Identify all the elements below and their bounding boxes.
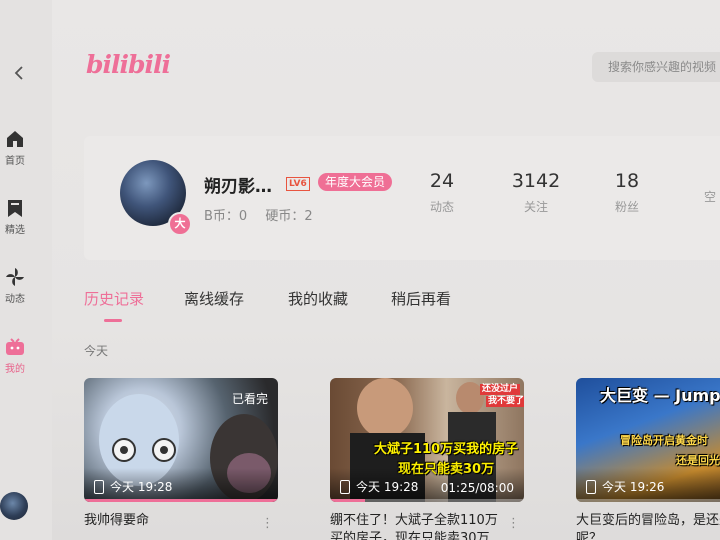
nav-item-label: 动态: [5, 294, 25, 305]
back-button[interactable]: [8, 62, 30, 84]
user-avatar[interactable]: [0, 492, 28, 520]
section-label-today: 今天: [84, 344, 109, 358]
coin-count: 硬币：2: [265, 209, 313, 224]
caption-text: 还是回光: [676, 454, 720, 467]
nav-item-label: 精选: [5, 225, 25, 236]
coin-info: B币：0 硬币：2: [204, 205, 327, 224]
tab-history[interactable]: 历史记录: [84, 288, 144, 309]
video-thumbnail[interactable]: 大巨变 — Jump 冒险岛开启黄金时 还是回光 今天 19:26: [576, 378, 720, 502]
video-title[interactable]: 大巨变后的冒险岛，是还是介呢？: [576, 512, 720, 540]
stat-space-partial[interactable]: 空: [704, 188, 716, 205]
chevron-left-icon: [14, 66, 23, 80]
tab-offline[interactable]: 离线缓存: [184, 288, 244, 309]
nav-item-featured[interactable]: 精选: [0, 197, 30, 236]
b-coin-count: B币：0: [204, 209, 248, 224]
watch-progress: [576, 499, 720, 502]
video-thumbnail[interactable]: 还没过户 我不要了 大斌子110万买我的房子 现在只能卖30万 今天 19:28…: [330, 378, 524, 502]
more-options-icon[interactable]: ⋮: [261, 516, 274, 531]
stat-label: 粉丝: [614, 200, 639, 214]
video-title[interactable]: 我帅得要命: [84, 512, 278, 540]
vip-avatar-badge: 大: [168, 212, 192, 236]
more-options-icon[interactable]: ⋮: [507, 516, 520, 531]
watch-time: 今天 19:28: [356, 480, 419, 494]
video-card[interactable]: 已看完 今天 19:28 我帅得要命 ⋮: [84, 378, 278, 540]
stat-value: 3142: [511, 170, 561, 192]
phone-icon: [340, 480, 350, 494]
stat-following[interactable]: 3142 关注: [506, 170, 566, 215]
watch-time: 今天 19:28: [110, 480, 173, 494]
video-thumbnail[interactable]: 已看完 今天 19:28: [84, 378, 278, 502]
nav-item-dynamic[interactable]: 动态: [0, 266, 30, 305]
stat-dynamic[interactable]: 24 动态: [412, 170, 472, 215]
left-nav: 首页 精选 动态 我的: [0, 0, 52, 540]
vip-badge[interactable]: 年度大会员: [318, 173, 393, 191]
caption-text: 大巨变 — Jump: [600, 386, 720, 405]
stat-value: 24: [429, 170, 455, 192]
video-card[interactable]: 大巨变 — Jump 冒险岛开启黄金时 还是回光 今天 19:26 大巨变后的冒…: [576, 378, 720, 540]
tab-watch-later[interactable]: 稍后再看: [391, 288, 451, 309]
caption-text: 还没过户: [480, 384, 521, 395]
username[interactable]: 朔刃影…: [204, 172, 272, 197]
caption-text: 大斌子110万买我的房子: [374, 442, 519, 457]
search-input[interactable]: 搜索你感兴趣的视频: [592, 52, 720, 82]
tv-icon: [6, 338, 24, 355]
stat-label: 动态: [429, 200, 454, 214]
tab-favorites[interactable]: 我的收藏: [288, 288, 348, 309]
bilibili-logo[interactable]: bilibili: [86, 50, 171, 79]
video-title[interactable]: 绷不住了！大斌子全款110万买的房子，现在只能卖30万: [330, 512, 524, 540]
watch-time: 今天 19:26: [602, 480, 665, 494]
home-icon: [7, 131, 23, 147]
phone-icon: [586, 480, 596, 494]
duration: 01:25/08:00: [440, 481, 514, 495]
stat-fans[interactable]: 18 粉丝: [597, 170, 657, 215]
nav-item-mine[interactable]: 我的: [0, 336, 30, 375]
phone-icon: [94, 480, 104, 494]
stat-label: 关注: [523, 200, 548, 214]
progress-fill: [330, 499, 365, 502]
progress-fill: [84, 499, 278, 502]
level-badge: LV6: [286, 177, 310, 191]
caption-text: 冒险岛开启黄金时: [620, 434, 708, 447]
watch-progress: [330, 499, 524, 502]
pinwheel-icon: [6, 268, 24, 286]
nav-item-label: 我的: [5, 364, 25, 375]
stat-value: 18: [614, 170, 640, 192]
bookmark-icon: [8, 200, 22, 217]
screen: 首页 精选 动态 我的 bilibili 搜索你感兴趣的视频 大 朔刃影… LV…: [0, 0, 720, 540]
watch-progress: [84, 499, 278, 502]
nav-item-home[interactable]: 首页: [0, 128, 30, 167]
watched-label: 已看完: [231, 392, 268, 406]
caption-text: 我不要了: [486, 396, 524, 407]
tab-underline: [104, 319, 122, 322]
video-card[interactable]: 还没过户 我不要了 大斌子110万买我的房子 现在只能卖30万 今天 19:28…: [330, 378, 524, 540]
nav-item-label: 首页: [5, 156, 25, 167]
